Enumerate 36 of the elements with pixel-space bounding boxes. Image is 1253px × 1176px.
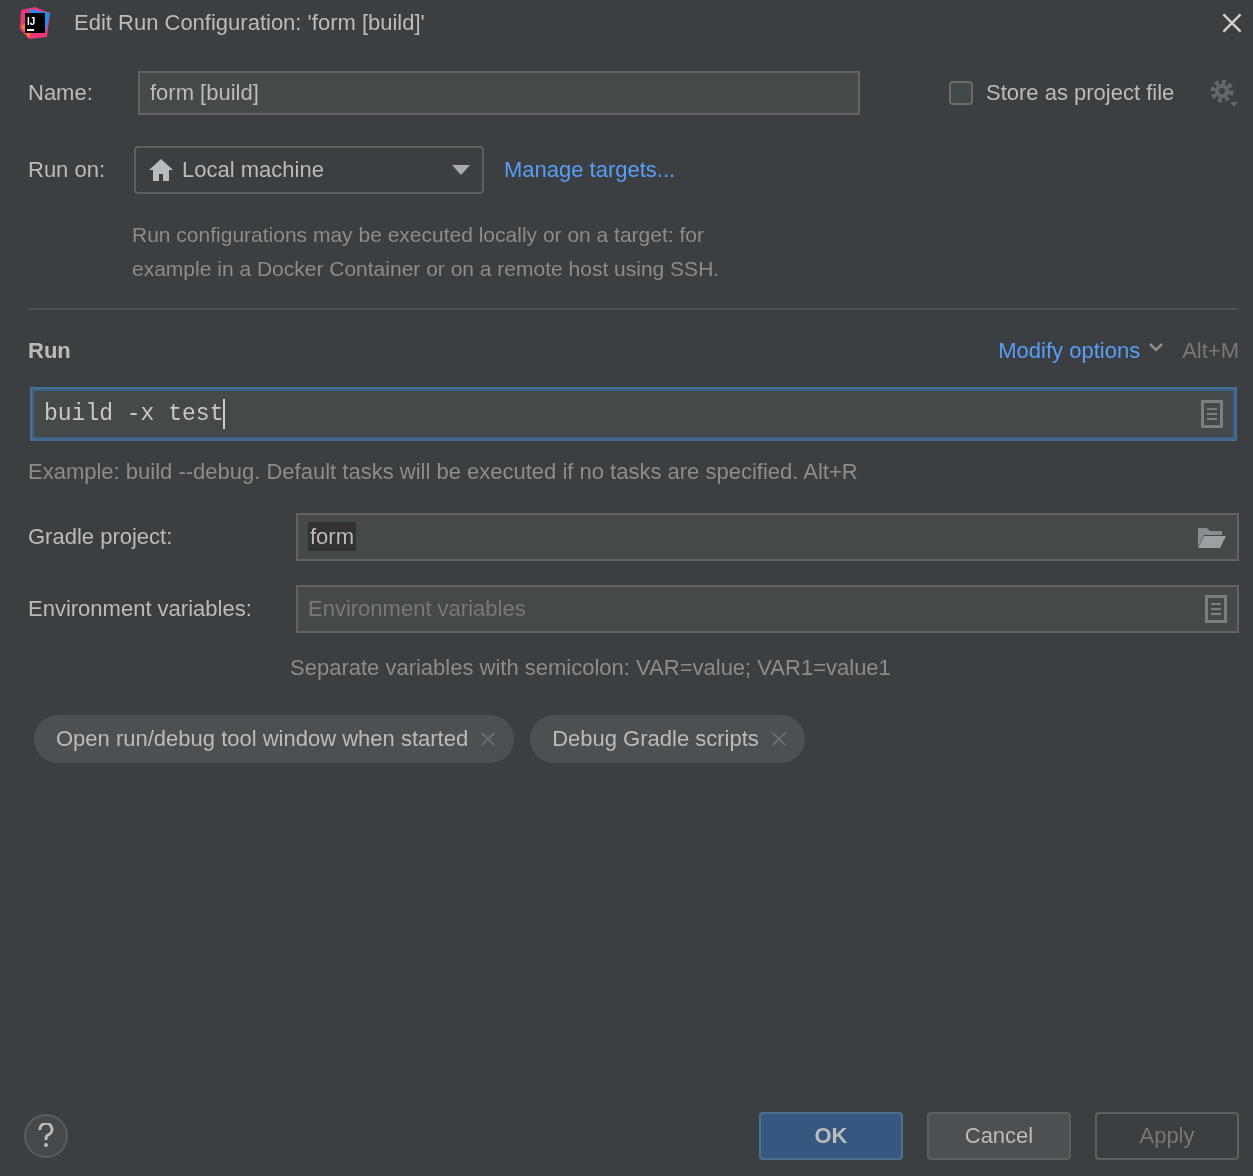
field-label: Name: [28,80,94,106]
hint-text: Example: build --debug. Default tasks will be executed if no tasks are specified. Alt+R [28,458,859,486]
name-field[interactable]: form [build] [138,71,860,115]
shortcut-hint: Alt+M [1182,338,1239,364]
dialog-button[interactable]: Cancel [927,1112,1071,1160]
run-on-dropdown[interactable]: Local machine [134,146,484,194]
document-icon[interactable] [1205,595,1227,623]
help-text: Run configurations may be executed locally or on a target: for [132,222,705,248]
field-label: Run on: [28,157,107,183]
section-title: Run [28,338,72,364]
help-text: example in a Docker Container or on a remote host using SSH. [132,256,721,282]
window-title: Edit Run Configuration: 'form [build]' [74,10,426,36]
manage-targets-link[interactable]: Manage targets... [504,157,676,183]
tasks-field[interactable]: build -x test [32,389,1235,439]
help-button[interactable] [24,1114,68,1158]
checkbox[interactable] [949,81,973,105]
gear-icon[interactable] [1209,78,1239,108]
help-icon [37,1123,55,1149]
remove-icon[interactable] [480,731,497,747]
field-label: Gradle project: [28,524,174,550]
home-icon [148,158,174,182]
checkbox-label: Store as project file [986,80,1176,106]
modify-options-link[interactable]: Modify options [998,338,1141,364]
project-field[interactable]: form [296,513,1239,561]
folder-icon[interactable] [1197,525,1227,549]
dropdown-arrow-icon [452,165,470,175]
chip-label: Debug Gradle scripts [552,726,759,752]
hint-text: Separate variables with semicolon: VAR=value; VAR1=value1 [290,654,892,682]
remove-icon[interactable] [770,731,787,747]
document-icon[interactable] [1201,400,1223,428]
dialog-button[interactable]: OK [759,1112,903,1160]
close-icon[interactable] [1221,12,1243,34]
chevron-down-icon[interactable] [1148,342,1165,352]
chip-label: Open run/debug tool window when started [56,726,469,752]
app-logo-icon: IJ [18,6,52,40]
field-label: Environment variables: [28,596,253,622]
